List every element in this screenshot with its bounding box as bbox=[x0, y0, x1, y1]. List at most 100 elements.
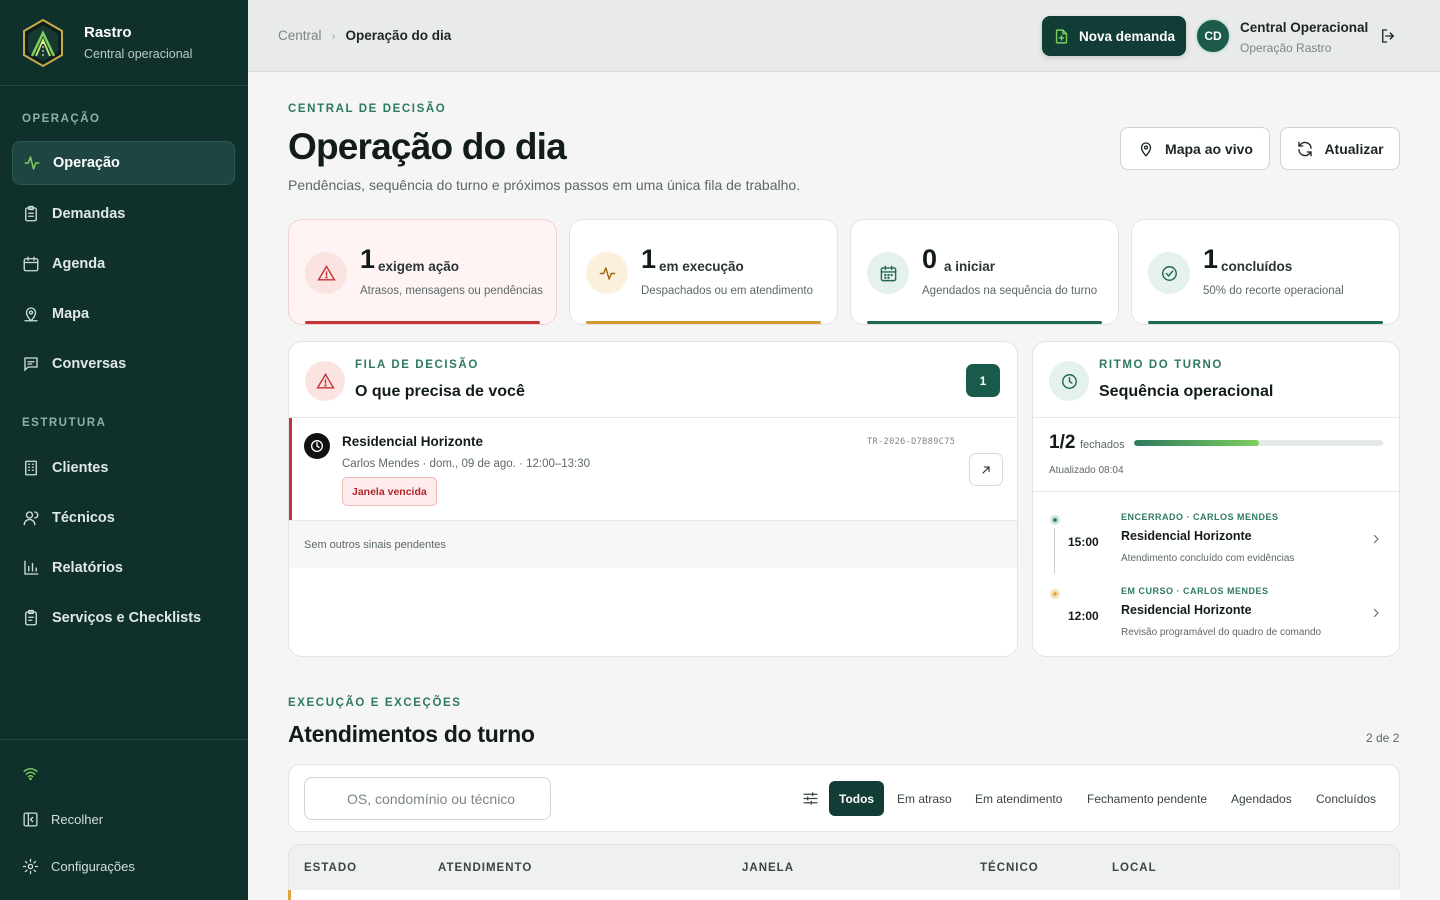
timeline-time: 15:00 bbox=[1068, 535, 1099, 549]
card-icon-wrap bbox=[1049, 361, 1089, 401]
decision-item[interactable]: Residencial Horizonte Carlos Mendes · do… bbox=[289, 418, 1017, 520]
sidebar-item-mapa[interactable]: Mapa bbox=[12, 292, 235, 336]
kpi-description: Atrasos, mensagens ou pendências bbox=[360, 285, 543, 297]
file-plus-icon bbox=[1055, 28, 1068, 44]
timeline-item[interactable]: 15:00 ENCERRADO · CARLOS MENDES Residenc… bbox=[1033, 497, 1399, 571]
divider bbox=[1033, 491, 1399, 492]
filter-chip-em-atraso[interactable]: Em atraso bbox=[887, 781, 962, 816]
column-header-atendimento[interactable]: ATENDIMENTO bbox=[438, 862, 532, 874]
sidebar-item-relatorios[interactable]: Relatórios bbox=[12, 546, 235, 590]
search-input[interactable] bbox=[304, 777, 551, 820]
chevron-right-icon: › bbox=[331, 28, 336, 43]
sidebar: Rastro Central operacional OPERAÇÃO Oper… bbox=[0, 0, 248, 900]
kpi-card-pending-start[interactable]: 0 a iniciar Agendados na sequência do tu… bbox=[850, 219, 1119, 325]
sidebar-item-clientes[interactable]: Clientes bbox=[12, 446, 235, 490]
sidebar-item-demandas[interactable]: Demandas bbox=[12, 192, 235, 236]
decision-queue-card: FILA DE DECISÃO O que precisa de você 1 … bbox=[288, 341, 1018, 657]
card-icon-wrap bbox=[305, 361, 345, 401]
sidebar-item-label: Clientes bbox=[52, 460, 109, 476]
column-header-estado[interactable]: ESTADO bbox=[304, 862, 357, 874]
updated-time: Atualizado 08:04 bbox=[1049, 465, 1124, 476]
topbar: Central › Operação do dia Nova demanda C… bbox=[248, 0, 1440, 72]
sidebar-item-label: Técnicos bbox=[52, 510, 115, 526]
live-map-button[interactable]: Mapa ao vivo bbox=[1120, 127, 1270, 170]
kpi-icon-wrap bbox=[586, 252, 628, 294]
timeline-title: Residencial Horizonte bbox=[1121, 603, 1252, 617]
users-icon bbox=[23, 511, 39, 526]
filter-chip-fechamento-pendente[interactable]: Fechamento pendente bbox=[1077, 781, 1217, 816]
section-title: Atendimentos do turno bbox=[288, 721, 535, 747]
sidebar-item-label: Agenda bbox=[52, 256, 106, 272]
queue-count-badge: 1 bbox=[966, 364, 1000, 397]
logout-icon[interactable] bbox=[1379, 27, 1397, 45]
breadcrumb-root[interactable]: Central bbox=[278, 28, 322, 43]
column-header-tecnico[interactable]: TÉCNICO bbox=[980, 862, 1039, 874]
collapse-sidebar-button[interactable]: Recolher bbox=[22, 811, 103, 828]
map-pin-icon bbox=[24, 307, 38, 322]
divider bbox=[1033, 417, 1399, 418]
user-org: Operação Rastro bbox=[1240, 41, 1332, 55]
timeline-time: 12:00 bbox=[1068, 609, 1099, 623]
kpi-icon-wrap bbox=[305, 252, 347, 294]
filter-chip-concluidos[interactable]: Concluídos bbox=[1306, 781, 1386, 816]
table-row[interactable] bbox=[288, 890, 1400, 900]
refresh-icon bbox=[1298, 141, 1313, 156]
order-code: TR-2026-D7B89C75 bbox=[867, 437, 956, 447]
check-circle-icon bbox=[1161, 265, 1177, 281]
timeline-status: EM CURSO · CARLOS MENDES bbox=[1121, 586, 1269, 596]
wifi-icon bbox=[23, 768, 38, 781]
timeline-dot bbox=[1050, 589, 1060, 599]
calendar-icon bbox=[23, 256, 39, 272]
collapse-icon bbox=[23, 812, 38, 827]
kpi-accent-bar bbox=[867, 321, 1102, 324]
sidebar-item-tecnicos[interactable]: Técnicos bbox=[12, 496, 235, 540]
message-icon bbox=[24, 357, 38, 372]
kpi-card-execution[interactable]: 1 em execução Despachados ou em atendime… bbox=[569, 219, 838, 325]
sidebar-item-operacao[interactable]: Operação bbox=[12, 141, 235, 185]
brand-subtitle: Central operacional bbox=[84, 47, 193, 61]
nav-section-estrutura: ESTRUTURA bbox=[22, 417, 107, 429]
sidebar-item-label: Relatórios bbox=[52, 560, 123, 576]
live-map-label: Mapa ao vivo bbox=[1165, 140, 1253, 157]
decision-footer-text: Sem outros sinais pendentes bbox=[304, 539, 446, 551]
kpi-card-completed[interactable]: 1 concluídos 50% do recorte operacional bbox=[1131, 219, 1400, 325]
gear-icon bbox=[22, 858, 39, 875]
kpi-accent-bar bbox=[305, 321, 540, 324]
decision-item-title: Residencial Horizonte bbox=[342, 434, 484, 449]
avatar[interactable]: CD bbox=[1195, 18, 1231, 54]
settings-button[interactable]: Configurações bbox=[22, 858, 135, 875]
kpi-label: exigem ação bbox=[378, 259, 460, 274]
sidebar-item-agenda[interactable]: Agenda bbox=[12, 242, 235, 286]
open-item-button[interactable] bbox=[969, 453, 1003, 486]
refresh-button[interactable]: Atualizar bbox=[1280, 127, 1400, 170]
clipboard-icon bbox=[25, 205, 37, 222]
timeline-item[interactable]: 12:00 EM CURSO · CARLOS MENDES Residenci… bbox=[1033, 571, 1399, 645]
column-header-janela[interactable]: JANELA bbox=[742, 862, 794, 874]
new-demand-button[interactable]: Nova demanda bbox=[1042, 16, 1186, 56]
alert-triangle-icon bbox=[315, 372, 335, 389]
timeline-description: Atendimento concluído com evidências bbox=[1121, 553, 1295, 564]
column-header-local[interactable]: LOCAL bbox=[1112, 862, 1157, 874]
calendar-icon bbox=[880, 265, 896, 281]
user-name: Central Operacional bbox=[1240, 20, 1369, 35]
kpi-accent-bar bbox=[586, 321, 821, 324]
kpi-card-action[interactable]: 1 exigem ação Atrasos, mensagens ou pend… bbox=[288, 219, 557, 325]
timeline-title: Residencial Horizonte bbox=[1121, 529, 1252, 543]
filter-chip-agendados[interactable]: Agendados bbox=[1221, 781, 1302, 816]
refresh-label: Atualizar bbox=[1324, 140, 1384, 157]
card-title: O que precisa de você bbox=[355, 383, 525, 400]
sidebar-item-servicos[interactable]: Serviços e Checklists bbox=[12, 596, 235, 640]
shift-rhythm-card: RITMO DO TURNO Sequência operacional 1/2… bbox=[1032, 341, 1400, 657]
closed-ratio-label: fechados bbox=[1080, 439, 1125, 451]
brand[interactable]: Rastro Central operacional bbox=[0, 0, 248, 86]
page-eyebrow: CENTRAL DE DECISÃO bbox=[288, 103, 447, 115]
sidebar-item-label: Mapa bbox=[52, 306, 90, 322]
filter-chip-todos[interactable]: Todos bbox=[829, 781, 885, 816]
arrow-up-right-icon bbox=[982, 465, 990, 474]
sidebar-item-conversas[interactable]: Conversas bbox=[12, 342, 235, 386]
timeline-description: Revisão programável do quadro de comando bbox=[1121, 627, 1322, 638]
kpi-value: 0 bbox=[922, 244, 938, 274]
sliders-icon[interactable] bbox=[802, 790, 819, 807]
rastro-logo-icon bbox=[23, 18, 63, 67]
filter-chip-em-atendimento[interactable]: Em atendimento bbox=[965, 781, 1072, 816]
